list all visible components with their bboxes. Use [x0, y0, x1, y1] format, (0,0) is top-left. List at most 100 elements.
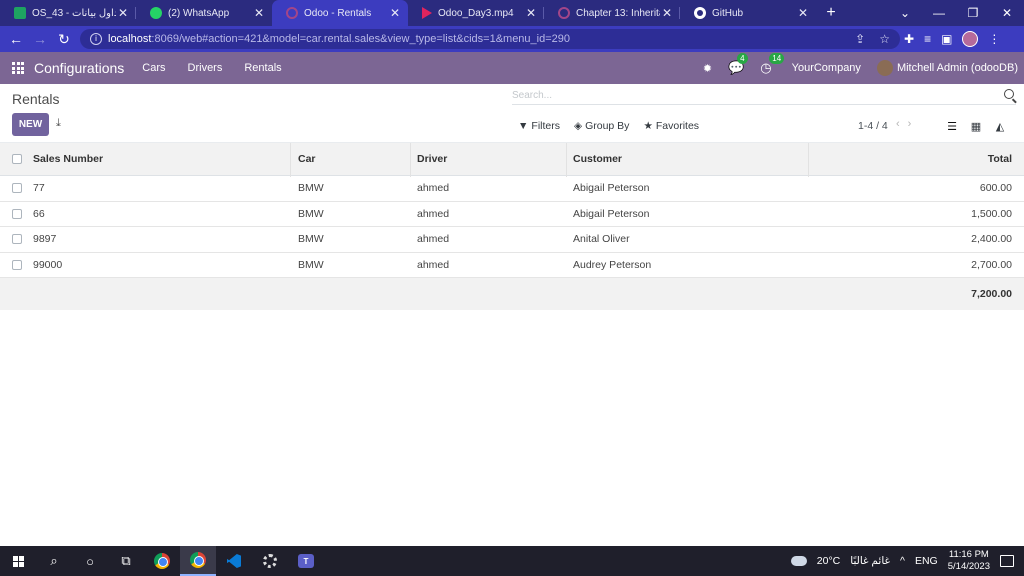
column-header-driver[interactable]: Driver	[417, 153, 447, 165]
table-row[interactable]: 66 BMW ahmed Abigail Peterson 1,500.00	[0, 202, 1024, 227]
search-input[interactable]	[512, 87, 992, 104]
activities-badge: 14	[769, 53, 785, 64]
column-header-car[interactable]: Car	[298, 153, 316, 165]
download-icon[interactable]: ⤓	[56, 117, 61, 130]
debug-bug-icon[interactable]: ✹	[703, 62, 712, 75]
back-icon[interactable]: ←	[4, 31, 28, 47]
pager-next-icon[interactable]: ›	[908, 118, 920, 130]
row-checkbox[interactable]	[12, 183, 22, 194]
browser-tab[interactable]: (2) WhatsApp ✕	[136, 0, 272, 26]
cell-total: 1,500.00	[971, 207, 1012, 220]
bookmark-star-icon[interactable]: ☆	[879, 32, 890, 46]
teams-icon[interactable]: T	[288, 546, 324, 576]
media-queue-icon[interactable]: ≡	[924, 32, 931, 46]
column-header-total[interactable]: Total	[988, 153, 1012, 165]
weather-icon[interactable]	[790, 552, 807, 566]
list-view-icon[interactable]: ☰	[940, 116, 964, 136]
activities-icon[interactable]: ◷ 14	[760, 53, 785, 76]
notifications-icon[interactable]	[1000, 555, 1014, 567]
weather-text[interactable]: غائم غالبًا	[850, 555, 890, 567]
close-icon[interactable]: ✕	[388, 6, 402, 20]
language-indicator[interactable]: ENG	[915, 555, 938, 567]
messages-icon[interactable]: 💬 4	[728, 53, 748, 76]
filter-icon: ▼	[518, 120, 529, 132]
menu-item-rentals[interactable]: Rentals	[244, 62, 281, 74]
tray-chevron-icon[interactable]: ^	[900, 555, 905, 567]
browser-tab[interactable]: OS_43 - جداول بيانات Goo ✕	[0, 0, 136, 26]
browser-menu-icon[interactable]: ⋮	[988, 32, 1000, 46]
info-icon[interactable]: i	[90, 33, 102, 45]
filters-button[interactable]: ▼ Filters	[518, 120, 560, 132]
company-switcher[interactable]: YourCompany	[792, 62, 861, 74]
table-row[interactable]: 99000 BMW ahmed Audrey Peterson 2,700.00	[0, 253, 1024, 278]
close-icon[interactable]: ✕	[524, 6, 538, 20]
tab-title: OS_43 - جداول بيانات Goo	[32, 7, 116, 19]
list-view-table: Sales Number Car Driver Customer Total 7…	[0, 142, 1024, 310]
extensions-icon[interactable]: ✚	[904, 32, 914, 46]
user-name: Mitchell Admin (odooDB)	[896, 61, 1018, 74]
browser-tab[interactable]: Odoo_Day3.mp4 ✕	[408, 0, 544, 26]
favorites-button[interactable]: ★ Favorites	[643, 120, 699, 132]
search-icon[interactable]	[1004, 89, 1014, 99]
browser-tab-active[interactable]: Odoo - Rentals ✕	[272, 0, 408, 26]
tab-list-chevron-icon[interactable]: ⌄	[888, 6, 922, 20]
row-checkbox[interactable]	[12, 208, 22, 219]
pager-value[interactable]: 1-4 / 4	[858, 120, 888, 132]
cell-car: BMW	[298, 258, 324, 271]
settings-gear-icon[interactable]	[252, 546, 288, 576]
menu-item-drivers[interactable]: Drivers	[188, 62, 223, 74]
share-icon[interactable]: ⇪	[855, 32, 865, 46]
temperature[interactable]: 20°C	[817, 555, 840, 567]
table-row[interactable]: 9897 BMW ahmed Anital Oliver 2,400.00	[0, 227, 1024, 253]
side-panel-icon[interactable]: ▣	[941, 32, 952, 46]
cell-customer: Audrey Peterson	[573, 258, 652, 271]
minimize-icon[interactable]: —	[922, 6, 956, 20]
chrome-active-icon[interactable]	[180, 546, 216, 576]
table-footer: 7,200.00	[0, 278, 1024, 310]
restore-icon[interactable]: ❐	[956, 6, 990, 20]
address-bar[interactable]: i localhost:8069/web#action=421&model=ca…	[80, 29, 900, 49]
user-menu[interactable]: Mitchell Admin (odooDB)	[876, 60, 1018, 76]
chrome-icon[interactable]	[144, 546, 180, 576]
tab-title: Odoo_Day3.mp4	[438, 7, 514, 19]
vscode-icon[interactable]	[216, 546, 252, 576]
search-taskbar-icon[interactable]: ⌕	[36, 546, 72, 576]
menu-item-cars[interactable]: Cars	[142, 62, 165, 74]
github-icon	[694, 7, 706, 19]
forward-icon[interactable]: →	[28, 31, 52, 47]
sheets-icon	[14, 7, 26, 19]
clock[interactable]: 11:16 PM 5/14/2023	[948, 549, 990, 573]
new-tab-button[interactable]: +	[816, 0, 846, 26]
cell-sales-number: 99000	[33, 258, 63, 271]
reload-icon[interactable]: ↻	[52, 31, 76, 48]
pager-previous-icon[interactable]: ‹	[896, 118, 908, 130]
row-checkbox[interactable]	[12, 259, 22, 270]
apps-menu-icon[interactable]	[12, 62, 24, 74]
column-header-customer[interactable]: Customer	[573, 153, 622, 165]
column-header-sales-number[interactable]: Sales Number	[33, 153, 103, 165]
window-close-icon[interactable]: ✕	[990, 6, 1024, 20]
graph-view-icon[interactable]: ◭	[988, 116, 1012, 136]
messages-badge: 4	[737, 53, 748, 64]
table-row[interactable]: 77 BMW ahmed Abigail Peterson 600.00	[0, 176, 1024, 202]
cortana-icon[interactable]: ○	[72, 546, 108, 576]
browser-tab[interactable]: Chapter 13: Inheritance ✕	[544, 0, 680, 26]
task-view-icon[interactable]: ⧉	[108, 546, 144, 576]
close-icon[interactable]: ✕	[660, 6, 674, 20]
cell-driver: ahmed	[417, 207, 450, 220]
whatsapp-icon	[150, 7, 162, 19]
windows-start-icon[interactable]	[0, 546, 36, 576]
browser-toolbar: ← → ↻ i localhost:8069/web#action=421&mo…	[0, 26, 1024, 52]
row-checkbox[interactable]	[12, 234, 22, 245]
close-icon[interactable]: ✕	[796, 6, 810, 20]
profile-avatar[interactable]	[962, 31, 979, 47]
cell-sales-number: 66	[33, 207, 45, 220]
select-all-checkbox[interactable]	[12, 154, 22, 164]
group-by-button[interactable]: ◈ Group By	[574, 120, 629, 132]
pivot-view-icon[interactable]: ▦	[964, 116, 988, 136]
app-title[interactable]: Configurations	[34, 60, 124, 76]
browser-tab[interactable]: GitHub ✕	[680, 0, 816, 26]
close-icon[interactable]: ✕	[252, 6, 266, 20]
close-icon[interactable]: ✕	[116, 6, 130, 20]
new-button[interactable]: NEW	[12, 113, 49, 136]
